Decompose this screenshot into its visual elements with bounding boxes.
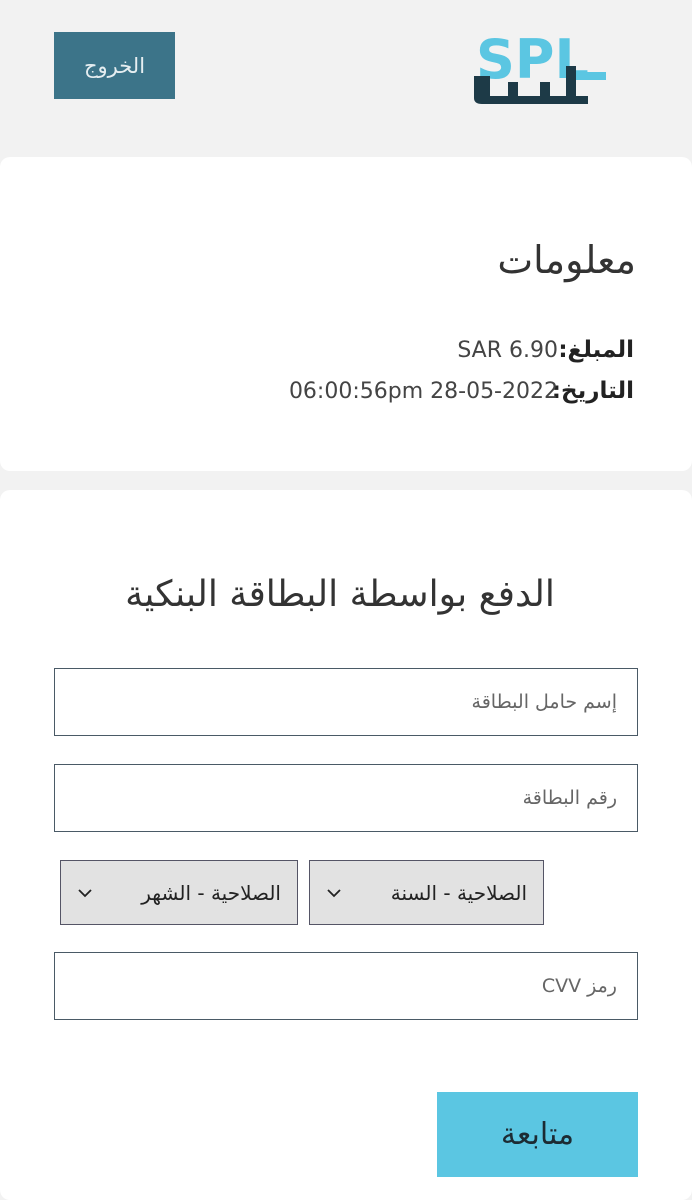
logout-button[interactable]: الخروج — [54, 32, 175, 99]
amount-label: المبلغ: — [558, 337, 634, 363]
expiry-month-select[interactable]: الصلاحية - الشهر — [60, 860, 298, 925]
expiry-year-select[interactable]: الصلاحية - السنة — [309, 860, 544, 925]
info-card — [0, 157, 692, 471]
chevron-down-icon — [78, 888, 92, 897]
date-value: 06:00:56pm 28-05-2022 — [288, 378, 558, 404]
expiry-year-label: الصلاحية - السنة — [390, 880, 527, 905]
date-row: التاريخ: 06:00:56pm 28-05-2022 — [214, 373, 634, 409]
amount-value: SAR 6.90 — [457, 337, 558, 363]
chevron-down-icon — [327, 888, 341, 897]
info-title: معلومات — [497, 238, 636, 282]
payment-title: الدفع بواسطة البطاقة البنكية — [125, 574, 555, 615]
app-header: الخروج SPL — [0, 0, 692, 140]
amount-row: المبلغ: SAR 6.90 — [214, 332, 634, 368]
cvv-input[interactable] — [54, 952, 638, 1020]
spl-logo: SPL — [474, 28, 606, 104]
cardholder-name-input[interactable] — [54, 668, 638, 736]
card-number-input[interactable] — [54, 764, 638, 832]
expiry-month-label: الصلاحية - الشهر — [141, 880, 281, 905]
continue-button[interactable]: متابعة — [437, 1092, 638, 1177]
date-label: التاريخ: — [551, 378, 634, 404]
